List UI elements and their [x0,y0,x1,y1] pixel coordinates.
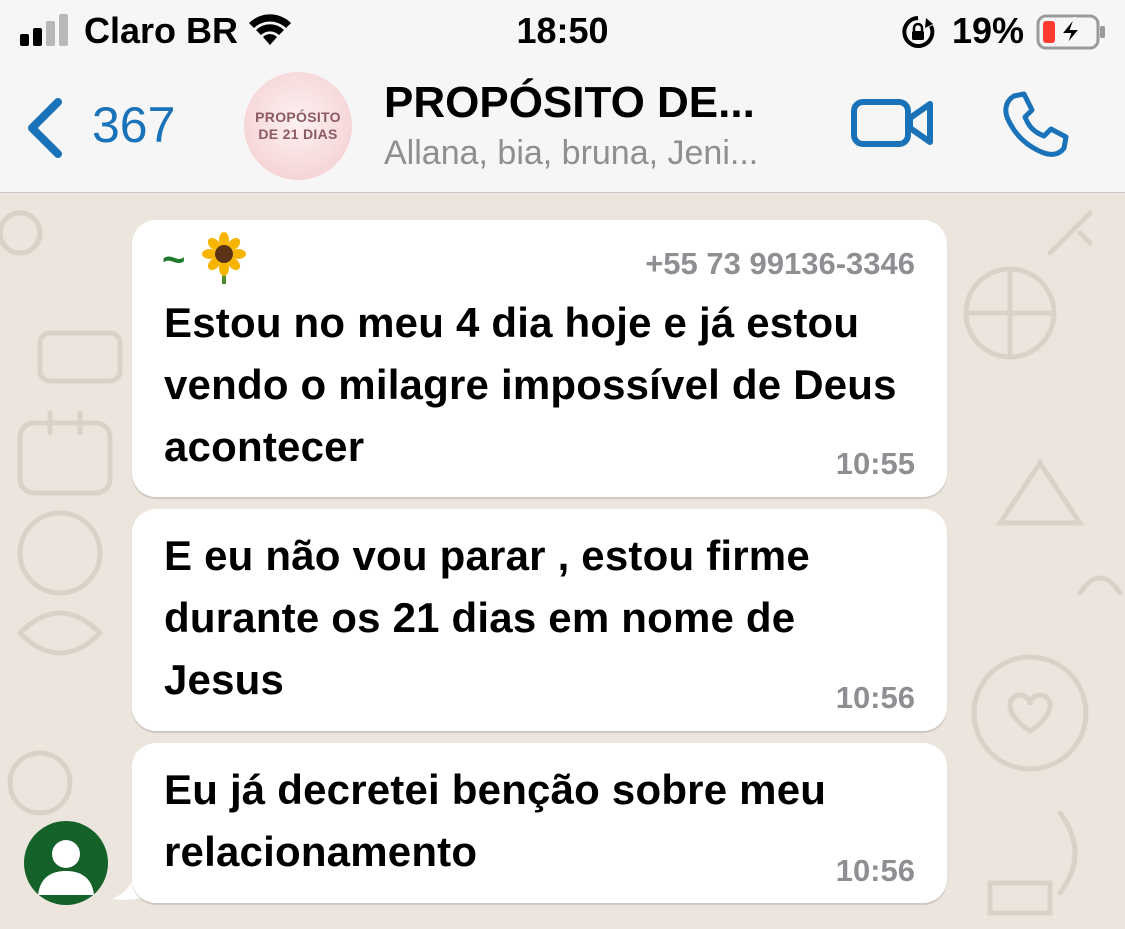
message-text: E eu não vou parar , estou firme durante… [164,532,810,703]
video-call-icon[interactable] [850,96,934,150]
person-icon [38,840,94,895]
group-title[interactable]: PROPÓSITO DE... [384,78,755,128]
sender-avatar[interactable] [24,821,108,905]
status-bar: Claro BR 18:50 19% [0,0,1125,66]
chevron-left-icon[interactable] [24,96,66,160]
message-bubble[interactable]: E eu não vou parar , estou firme durante… [132,509,947,731]
orientation-lock-icon [902,16,935,48]
group-avatar-text: PROPÓSITO DE 21 DIAS [255,109,341,143]
battery-icon [1036,14,1105,50]
battery-percent: 19% [952,10,1025,51]
avatar-text-line1: PROPÓSITO [255,109,341,125]
avatar-text-line2: DE 21 DIAS [258,126,338,142]
message-bubble[interactable]: Eu já decretei benção sobre meu relacion… [132,743,947,903]
message-time: 10:55 [835,446,915,481]
phone-call-icon[interactable] [1000,90,1070,160]
sunflower-icon [202,232,246,284]
back-button-count[interactable]: 367 [92,96,175,154]
message-time: 10:56 [835,853,915,888]
group-members[interactable]: Allana, bia, bruna, Jeni... [384,134,758,173]
chat-header: 367 PROPÓSITO DE 21 DIAS PROPÓSITO DE... … [0,66,1125,193]
message-time: 10:56 [835,680,915,715]
sender-name[interactable]: ~ [162,238,185,283]
message-bubble[interactable]: ~ +55 73 99136-3346 Estou no meu 4 dia h… [132,220,947,497]
sender-phone[interactable]: +55 73 99136-3346 [645,246,915,282]
group-avatar[interactable]: PROPÓSITO DE 21 DIAS [244,72,352,180]
message-text: Eu já decretei benção sobre meu relacion… [164,766,827,875]
message-text: Estou no meu 4 dia hoje e já estou vendo… [164,299,897,470]
chat-area[interactable]: ~ +55 73 99136-3346 Estou no meu 4 dia h… [0,193,1125,929]
